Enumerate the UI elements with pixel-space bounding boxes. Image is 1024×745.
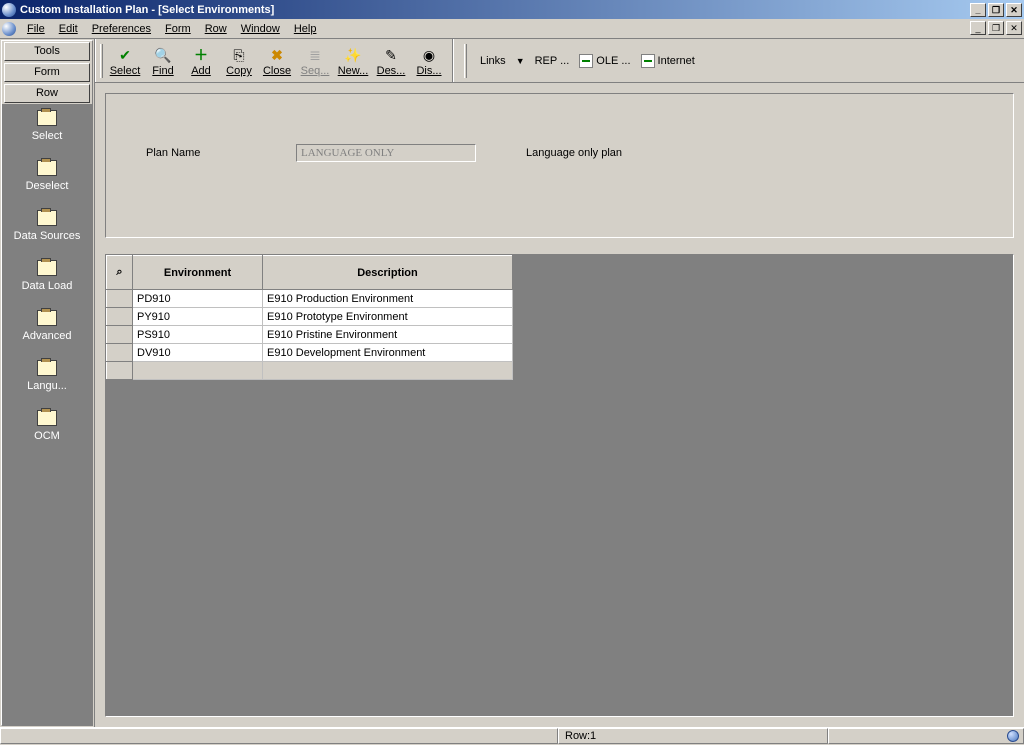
link-rep[interactable]: REP ... [535,55,570,67]
status-row: Row:1 [558,728,828,744]
links-handle[interactable] [464,44,467,78]
links-dropdown-icon[interactable]: ▼ [516,56,525,66]
folder-icon [37,160,57,176]
row-header[interactable] [107,308,133,326]
window-title: Custom Installation Plan - [Select Envir… [20,4,970,16]
restore-button[interactable]: ❐ [988,3,1004,17]
table-row[interactable]: DV910E910 Development Environment [107,344,513,362]
mdi-minimize-button[interactable]: _ [970,21,986,35]
app-icon [2,3,16,17]
links-label: Links [480,55,506,67]
cell-desc[interactable] [263,362,513,380]
titlebar: Custom Installation Plan - [Select Envir… [0,0,1024,19]
row-header[interactable] [107,344,133,362]
plus-icon: ＋ [192,46,210,64]
design-icon: ✎ [382,46,400,64]
links-bar: Links ▼ REP ... OLE ... Internet [453,39,705,82]
copy-icon: ⎘ [230,46,248,64]
toolbar: ✔Select 🔍Find ＋Add ⎘Copy ✖Close ≣Seq... … [95,39,1024,83]
doc-icon [641,54,655,68]
toolbar-copy[interactable]: ⎘Copy [220,44,258,77]
folder-icon [37,360,57,376]
toolbar-select[interactable]: ✔Select [106,44,144,77]
mdi-icon[interactable] [2,22,16,36]
environments-grid[interactable]: ⌕ Environment Description PD910E910 Prod… [105,254,1014,717]
side-items: Select Deselect Data Sources Data Load A… [2,104,92,725]
side-language[interactable]: Langu... [7,360,87,392]
toolbar-new[interactable]: ✨New... [334,44,372,77]
display-icon: ◉ [420,46,438,64]
column-description[interactable]: Description [263,256,513,290]
menu-file[interactable]: File [20,21,52,37]
toolbar-des[interactable]: ✎Des... [372,44,410,77]
minimize-button[interactable]: _ [970,3,986,17]
seq-icon: ≣ [306,46,324,64]
menu-edit[interactable]: Edit [52,21,85,37]
cell-env[interactable]: PS910 [133,326,263,344]
toolbar-seq: ≣Seq... [296,44,334,77]
cell-desc[interactable]: E910 Pristine Environment [263,326,513,344]
status-right [828,728,1024,744]
cell-env[interactable]: PD910 [133,290,263,308]
menu-row[interactable]: Row [198,21,234,37]
side-data-load[interactable]: Data Load [7,260,87,292]
row-header[interactable] [107,290,133,308]
doc-icon [579,54,593,68]
folder-icon [37,110,57,126]
category-form[interactable]: Form [4,63,90,82]
menubar: File Edit Preferences Form Row Window He… [0,19,1024,39]
check-icon: ✔ [116,46,134,64]
column-environment[interactable]: Environment [133,256,263,290]
cell-desc[interactable]: E910 Development Environment [263,344,513,362]
folder-icon [37,210,57,226]
toolbar-close[interactable]: ✖Close [258,44,296,77]
folder-icon [37,310,57,326]
status-spacer [0,728,558,744]
exit-bar: Tools Form Row Select Deselect Data Sour… [0,39,95,727]
cell-env[interactable]: DV910 [133,344,263,362]
form-panel: Plan Name Language only plan [105,93,1014,238]
plan-desc: Language only plan [526,147,622,159]
folder-icon [37,260,57,276]
row-header[interactable] [107,326,133,344]
side-select[interactable]: Select [7,110,87,142]
find-icon: 🔍 [154,46,172,64]
close-button[interactable]: ✕ [1006,3,1022,17]
toolbar-add[interactable]: ＋Add [182,44,220,77]
mdi-close-button[interactable]: ✕ [1006,21,1022,35]
plan-name-label: Plan Name [146,147,266,159]
table-row[interactable]: PY910E910 Prototype Environment [107,308,513,326]
cell-desc[interactable]: E910 Production Environment [263,290,513,308]
toolbar-dis[interactable]: ◉Dis... [410,44,448,77]
folder-icon [37,410,57,426]
side-ocm[interactable]: OCM [7,410,87,442]
globe-icon [1007,730,1019,742]
menu-window[interactable]: Window [234,21,287,37]
statusbar: Row:1 [0,727,1024,745]
mdi-restore-button[interactable]: ❐ [988,21,1004,35]
toolbar-find[interactable]: 🔍Find [144,44,182,77]
menu-help[interactable]: Help [287,21,324,37]
side-data-sources[interactable]: Data Sources [7,210,87,242]
menu-form[interactable]: Form [158,21,198,37]
grid-selector-header[interactable]: ⌕ [107,256,133,290]
table-row-empty[interactable] [107,362,513,380]
cell-desc[interactable]: E910 Prototype Environment [263,308,513,326]
category-row[interactable]: Row [4,84,90,103]
table-row[interactable]: PD910E910 Production Environment [107,290,513,308]
side-deselect[interactable]: Deselect [7,160,87,192]
link-ole[interactable]: OLE ... [579,54,630,68]
new-icon: ✨ [344,46,362,64]
plan-name-input[interactable] [296,144,476,162]
table-row[interactable]: PS910E910 Pristine Environment [107,326,513,344]
menu-preferences[interactable]: Preferences [85,21,158,37]
cell-env[interactable]: PY910 [133,308,263,326]
toolbar-handle[interactable] [100,44,103,78]
category-tools[interactable]: Tools [4,42,90,61]
link-internet[interactable]: Internet [641,54,695,68]
row-header[interactable] [107,362,133,380]
side-advanced[interactable]: Advanced [7,310,87,342]
cell-env[interactable] [133,362,263,380]
close-icon: ✖ [268,46,286,64]
